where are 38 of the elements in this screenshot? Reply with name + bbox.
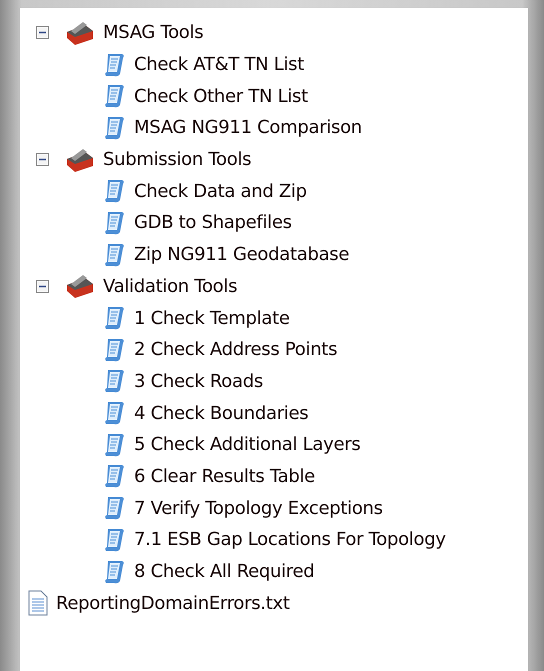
toolbox-label[interactable]: Submission Tools (103, 149, 252, 170)
tool-label[interactable]: Check Data and Zip (134, 180, 307, 202)
script-icon (104, 83, 126, 110)
text-file-icon (28, 590, 48, 616)
collapse-icon[interactable] (36, 280, 49, 293)
script-icon (104, 400, 126, 426)
tool-label[interactable]: 8 Check All Required (134, 561, 314, 582)
tool-label[interactable]: Zip NG911 Geodatabase (134, 244, 350, 266)
tool-label[interactable]: GDB to Shapefiles (134, 212, 292, 234)
toolbox-label[interactable]: Validation Tools (103, 276, 238, 297)
file-label[interactable]: ReportingDomainErrors.txt (56, 592, 290, 614)
tool-label[interactable]: Check AT&T TN List (134, 54, 304, 76)
toolbox-label[interactable]: MSAG Tools (103, 22, 204, 44)
script-icon (104, 432, 126, 458)
script-icon (104, 52, 126, 78)
script-icon (104, 114, 126, 141)
tool-label[interactable]: 5 Check Additional Layers (134, 434, 360, 456)
tool-label[interactable]: 3 Check Roads (134, 370, 263, 392)
script-icon (104, 558, 126, 585)
tool-label[interactable]: 7 Verify Topology Exceptions (134, 498, 383, 519)
script-icon (104, 305, 126, 332)
tool-label[interactable]: 7.1 ESB Gap Locations For Topology (134, 529, 446, 550)
script-icon (104, 178, 126, 204)
tool-label[interactable]: 6 Clear Results Table (134, 466, 315, 487)
tool-label[interactable]: MSAG NG911 Comparison (134, 117, 362, 138)
script-icon (104, 463, 126, 490)
script-icon (104, 242, 126, 268)
script-icon (104, 210, 126, 236)
tool-label[interactable]: Check Other TN List (134, 86, 308, 107)
script-icon (104, 336, 126, 363)
collapse-icon[interactable] (36, 26, 49, 40)
script-icon (104, 368, 126, 394)
script-icon (104, 526, 126, 553)
tool-label[interactable]: 2 Check Address Points (134, 339, 338, 360)
tool-label[interactable]: 1 Check Template (134, 308, 290, 329)
tool-label[interactable]: 4 Check Boundaries (134, 402, 308, 424)
script-icon (104, 495, 126, 522)
collapse-icon[interactable] (36, 153, 49, 166)
